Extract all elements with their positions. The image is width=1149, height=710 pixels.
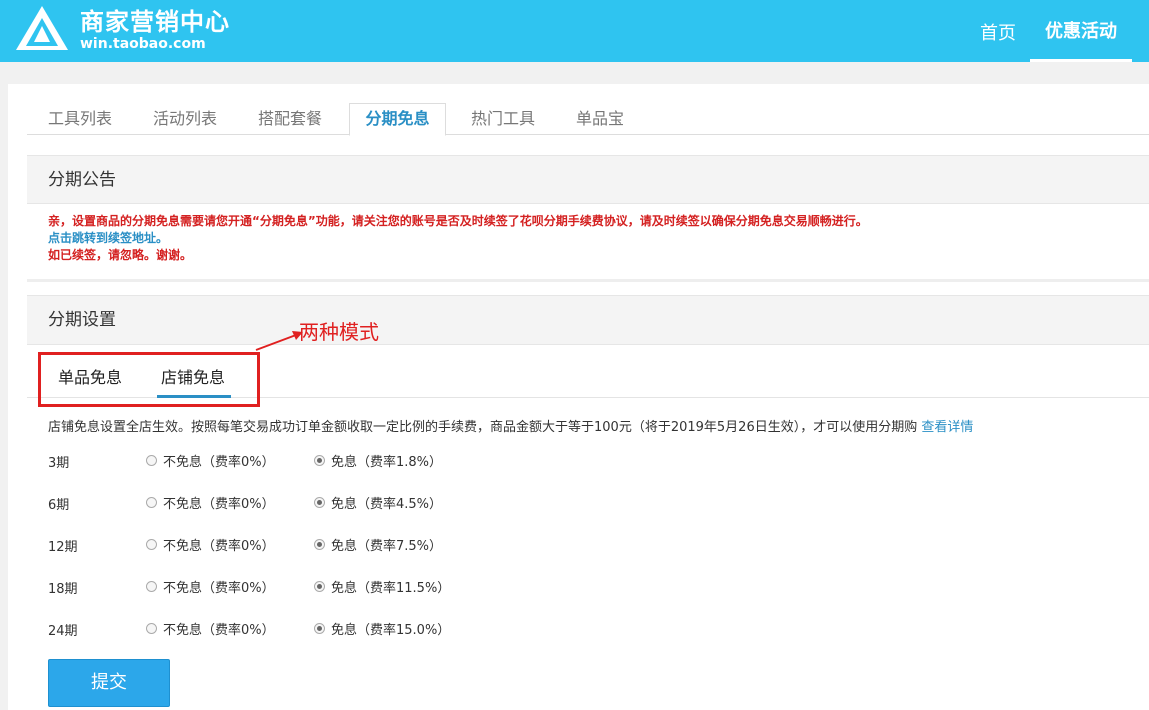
option-free[interactable]: 免息（费率7.5%） (314, 534, 442, 554)
announcement-header: 分期公告 (27, 155, 1149, 204)
description-text: 店铺免息设置全店生效。按照每笔交易成功订单金额收取一定比例的手续费，商品金额大于… (48, 420, 918, 435)
radio-checked-icon[interactable] (314, 622, 325, 634)
radio-checked-icon[interactable] (314, 580, 325, 592)
brand-url: win.taobao.com (80, 36, 206, 52)
option-no-free[interactable]: 不免息（费率0%） (146, 576, 275, 596)
brand-name: 商家营销中心 (80, 8, 230, 36)
tab-installment-free[interactable]: 分期免息 (349, 103, 446, 136)
period-label: 24期 (48, 624, 78, 639)
tab-bar: 工具列表 活动列表 搭配套餐 分期免息 热门工具 单品宝 (27, 103, 1149, 136)
tab-single-item[interactable]: 单品宝 (576, 104, 624, 135)
tab-hot-tools[interactable]: 热门工具 (471, 104, 535, 135)
brand: 商家营销中心 win.taobao.com (80, 8, 230, 52)
option-no-free[interactable]: 不免息（费率0%） (146, 450, 275, 470)
option-free[interactable]: 免息（费率1.8%） (314, 450, 442, 470)
annotation-box (38, 352, 260, 407)
announcement-text: 亲，设置商品的分期免息需要请您开通“分期免息”功能，请关注您的账号是否及时续签了… (48, 214, 868, 228)
period-label: 6期 (48, 498, 70, 513)
period-label: 12期 (48, 540, 78, 555)
option-no-free[interactable]: 不免息（费率0%） (146, 618, 275, 638)
store-free-description: 店铺免息设置全店生效。按照每笔交易成功订单金额收取一定比例的手续费，商品金额大于… (48, 416, 973, 435)
tab-tool-list[interactable]: 工具列表 (48, 104, 112, 135)
option-free[interactable]: 免息（费率15.0%） (314, 618, 450, 638)
submit-button[interactable]: 提交 (48, 659, 170, 707)
installment-row: 6期 不免息（费率0%） 免息（费率4.5%） (48, 492, 648, 513)
tab-bundle[interactable]: 搭配套餐 (258, 104, 322, 135)
nav-promotions-link[interactable]: 优惠活动 (1030, 0, 1132, 62)
top-header: 商家营销中心 win.taobao.com 首页 优惠活动 (0, 0, 1149, 62)
option-no-free[interactable]: 不免息（费率0%） (146, 492, 275, 512)
announcement-body: 亲，设置商品的分期免息需要请您开通“分期免息”功能，请关注您的账号是否及时续签了… (27, 204, 1149, 282)
installment-row: 3期 不免息（费率0%） 免息（费率1.8%） (48, 450, 648, 471)
settings-header: 分期设置 (27, 295, 1149, 345)
radio-unchecked-icon[interactable] (146, 580, 157, 592)
radio-checked-icon[interactable] (314, 538, 325, 550)
tab-activity-list[interactable]: 活动列表 (153, 104, 217, 135)
option-no-free[interactable]: 不免息（费率0%） (146, 534, 275, 554)
logo-icon (16, 6, 68, 50)
radio-checked-icon[interactable] (314, 454, 325, 466)
radio-unchecked-icon[interactable] (146, 454, 157, 466)
period-label: 3期 (48, 456, 70, 471)
renewal-link[interactable]: 点击跳转到续签地址。 (48, 230, 1149, 247)
annotation-label: 两种模式 (299, 320, 379, 344)
radio-unchecked-icon[interactable] (146, 496, 157, 508)
main-content: 工具列表 活动列表 搭配套餐 分期免息 热门工具 单品宝 分期公告 亲，设置商品… (8, 84, 1149, 710)
radio-unchecked-icon[interactable] (146, 538, 157, 550)
radio-unchecked-icon[interactable] (146, 622, 157, 634)
radio-checked-icon[interactable] (314, 496, 325, 508)
installment-row: 24期 不免息（费率0%） 免息（费率15.0%） (48, 618, 648, 639)
period-label: 18期 (48, 582, 78, 597)
installment-row: 18期 不免息（费率0%） 免息（费率11.5%） (48, 576, 648, 597)
installment-row: 12期 不免息（费率0%） 免息（费率7.5%） (48, 534, 648, 555)
announcement-note: 如已续签，请忽略。谢谢。 (48, 248, 193, 262)
nav-home-link[interactable]: 首页 (980, 19, 1016, 45)
option-free[interactable]: 免息（费率4.5%） (314, 492, 442, 512)
view-details-link[interactable]: 查看详情 (921, 420, 973, 435)
option-free[interactable]: 免息（费率11.5%） (314, 576, 450, 596)
